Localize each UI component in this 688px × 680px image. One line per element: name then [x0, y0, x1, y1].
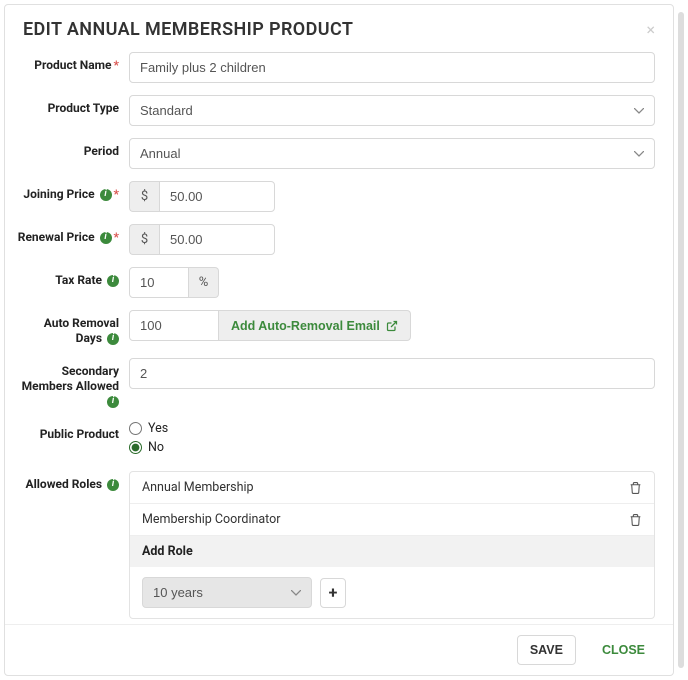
label-auto-removal: Auto Removal Days i [17, 310, 129, 346]
product-name-input[interactable] [129, 52, 655, 83]
renewal-price-input[interactable] [159, 224, 275, 255]
external-link-icon [386, 320, 398, 332]
trash-icon[interactable] [629, 481, 642, 495]
modal-title: EDIT ANNUAL MEMBERSHIP PRODUCT [23, 19, 353, 40]
info-icon[interactable]: i [107, 275, 119, 287]
label-joining-price: Joining Price i* [17, 181, 129, 202]
label-allowed-roles: Allowed Roles i [17, 471, 129, 492]
role-row: Membership Coordinator [130, 504, 654, 536]
role-row: Annual Membership [130, 472, 654, 504]
modal-body: Product Name* Product Type Standard Peri… [5, 52, 673, 624]
edit-membership-modal: EDIT ANNUAL MEMBERSHIP PRODUCT × Product… [4, 4, 674, 676]
label-product-type: Product Type [17, 95, 129, 116]
required-mark: * [114, 58, 119, 72]
allowed-roles-box: Annual Membership Membership Coordinator… [129, 471, 655, 619]
row-period: Period Annual [17, 138, 655, 169]
row-product-name: Product Name* [17, 52, 655, 83]
label-public-product: Public Product [17, 421, 129, 442]
plus-icon: + [329, 583, 338, 602]
secondary-members-input[interactable] [129, 358, 655, 389]
trash-icon[interactable] [629, 513, 642, 527]
label-period: Period [17, 138, 129, 159]
add-auto-removal-email-button[interactable]: Add Auto-Removal Email [219, 310, 411, 341]
close-icon[interactable]: × [646, 22, 655, 38]
row-allowed-roles: Allowed Roles i Annual Membership Member… [17, 471, 655, 619]
auto-removal-days-input[interactable] [129, 310, 219, 341]
row-product-type: Product Type Standard [17, 95, 655, 126]
currency-addon: $ [129, 224, 159, 255]
public-yes-radio[interactable]: Yes [129, 421, 655, 436]
info-icon[interactable]: i [107, 396, 119, 408]
joining-price-input[interactable] [159, 181, 275, 212]
add-role-select[interactable]: 10 years [142, 577, 312, 608]
label-tax-rate: Tax Rate i [17, 267, 129, 288]
label-secondary-members: Secondary Members Allowed i [17, 358, 129, 409]
add-role-button[interactable]: + [320, 578, 346, 608]
required-mark: * [114, 187, 119, 201]
add-role-header: Add Role [130, 536, 654, 567]
role-name: Annual Membership [142, 480, 254, 495]
modal-footer: SAVE CLOSE [5, 624, 673, 675]
currency-addon: $ [129, 181, 159, 212]
row-secondary-members: Secondary Members Allowed i [17, 358, 655, 409]
row-auto-removal: Auto Removal Days i Add Auto-Removal Ema… [17, 310, 655, 346]
percent-addon: % [189, 267, 219, 298]
close-button[interactable]: CLOSE [590, 635, 657, 665]
row-tax-rate: Tax Rate i % [17, 267, 655, 298]
row-public-product: Public Product Yes No [17, 421, 655, 459]
role-name: Membership Coordinator [142, 512, 281, 527]
label-product-name: Product Name* [17, 52, 129, 73]
row-renewal-price: Renewal Price i* $ [17, 224, 655, 255]
add-role-body: 10 years + [130, 567, 654, 618]
label-renewal-price: Renewal Price i* [17, 224, 129, 245]
public-no-radio[interactable]: No [129, 440, 655, 455]
row-joining-price: Joining Price i* $ [17, 181, 655, 212]
info-icon[interactable]: i [100, 232, 112, 244]
save-button[interactable]: SAVE [517, 635, 576, 665]
product-type-select[interactable]: Standard [129, 95, 655, 126]
tax-rate-input[interactable] [129, 267, 189, 298]
info-icon[interactable]: i [100, 189, 112, 201]
period-select[interactable]: Annual [129, 138, 655, 169]
info-icon[interactable]: i [107, 479, 119, 491]
info-icon[interactable]: i [107, 333, 119, 345]
modal-header: EDIT ANNUAL MEMBERSHIP PRODUCT × [5, 5, 673, 52]
scrollbar[interactable] [678, 12, 684, 668]
required-mark: * [114, 230, 119, 244]
